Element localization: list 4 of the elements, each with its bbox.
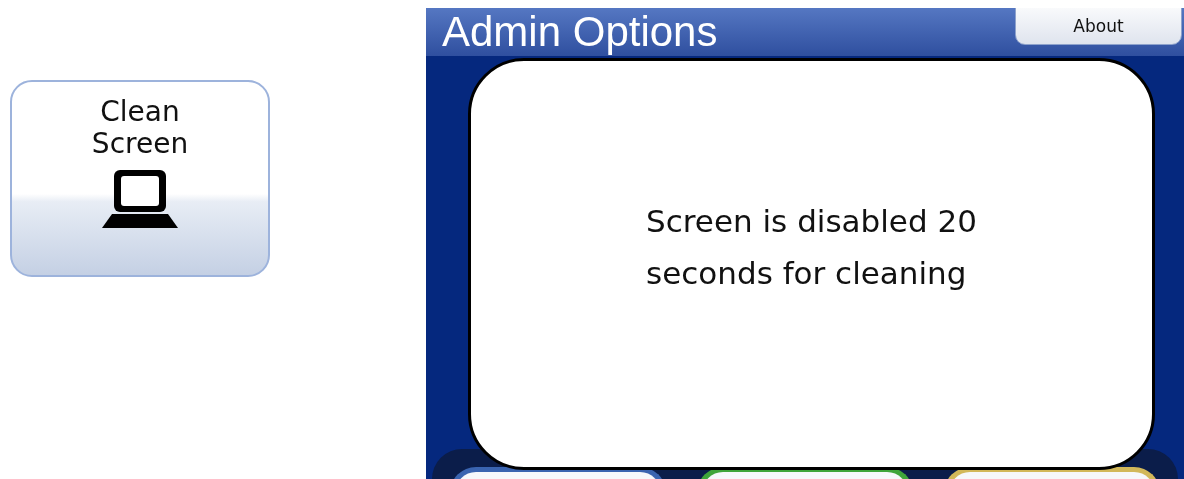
clean-screen-button[interactable]: Clean Screen (10, 80, 270, 277)
about-button[interactable]: About (1015, 8, 1182, 45)
dialog-message: Screen is disabled 20 seconds for cleaning (646, 202, 977, 293)
screen-title: Admin Options (442, 8, 718, 56)
